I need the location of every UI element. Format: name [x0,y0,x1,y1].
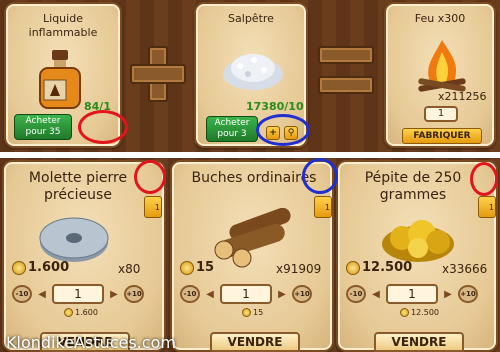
quantity-stepper: -10 ◀ 1 ▶ +10 [12,284,144,304]
coin-icon [64,308,73,317]
quantity-input[interactable]: 1 [220,284,272,304]
equals-sign-top [318,46,374,64]
coin-icon [180,260,194,275]
result-stock: x211256 [438,90,487,103]
red-highlight-circle [470,162,498,196]
ingredient-title: Salpêtre [228,12,274,25]
plus-10-button[interactable]: +10 [458,285,478,303]
unit-price-value: 12.500 [411,308,439,317]
gold-nugget-icon [378,216,458,264]
quantity-stepper: -10 ◀ 1 ▶ +10 [180,284,312,304]
minus-10-button[interactable]: -10 [346,285,366,303]
unit-price: 15 [242,308,263,317]
equals-sign-bottom [318,76,374,94]
coin-icon [400,308,409,317]
item-count-badge[interactable]: 1 [314,196,332,218]
red-highlight-circle [78,110,128,144]
item-count-badge[interactable]: 1 [478,196,496,218]
unit-price-value: 15 [253,308,264,317]
item-stock: x33666 [442,262,488,276]
item-name: Molette pierre précieuse [28,170,128,203]
ingredient-quantity: 17380/10 [246,100,304,113]
increase-arrow-icon[interactable]: ▶ [442,285,454,303]
logs-icon [208,207,298,268]
section-divider [0,152,500,158]
decrease-arrow-icon[interactable]: ◀ [204,285,216,303]
ingredient-title: Liquide inflammable [28,12,98,39]
result-title: Feu x300 [414,12,466,25]
plus-10-button[interactable]: +10 [124,285,144,303]
coin-icon [12,260,26,275]
minus-10-button[interactable]: -10 [12,285,32,303]
flammable-liquid-bottle-icon [36,50,84,110]
blue-highlight-circle [302,158,338,194]
buy-liquid-button[interactable]: Acheter pour 35 [14,114,72,140]
item-stock: x91909 [276,262,322,276]
craft-button[interactable]: FABRIQUER [402,128,482,144]
game-window: Liquide inflammable 84/1 Acheter pour 35… [0,0,500,352]
quantity-input[interactable]: 1 [386,284,438,304]
item-price: 12.500 [346,260,412,275]
item-price: 1.600 [12,260,69,275]
buy-salpetre-button[interactable]: Acheter pour 3 [206,116,258,142]
price-value: 15 [196,260,215,275]
unit-price: 12.500 [400,308,439,317]
blue-highlight-circle [256,114,310,146]
decrease-arrow-icon[interactable]: ◀ [370,285,382,303]
plus-10-button[interactable]: +10 [292,285,312,303]
minus-10-button[interactable]: -10 [180,285,200,303]
item-price: 15 [180,260,214,275]
buy-button-label: Acheter pour 35 [25,116,61,137]
site-watermark: KlondikeAstuces.com [6,333,176,352]
item-count-badge[interactable]: 1 [144,196,162,218]
increase-arrow-icon[interactable]: ▶ [108,285,120,303]
quantity-stepper: -10 ◀ 1 ▶ +10 [346,284,478,304]
sell-button[interactable]: VENDRE [374,332,464,352]
result-quantity-field[interactable]: 1 [424,106,458,122]
item-name: Pépite de 250 grammes [364,170,462,203]
grinding-wheel-icon [34,212,114,266]
campfire-icon [412,38,472,94]
coin-icon [242,308,251,317]
unit-price: 1.600 [64,308,98,317]
saltpeter-pile-icon [220,44,286,92]
item-stock: x80 [118,262,141,276]
sell-button[interactable]: VENDRE [210,332,300,352]
unit-price-value: 1.600 [75,308,98,317]
price-value: 12.500 [362,260,413,275]
decrease-arrow-icon[interactable]: ◀ [36,285,48,303]
increase-arrow-icon[interactable]: ▶ [276,285,288,303]
price-value: 1.600 [28,260,70,275]
buy-button-label: Acheter pour 3 [214,118,250,139]
coin-icon [346,260,360,275]
result-card-feu: Feu x300 x211256 1 FABRIQUER [384,2,496,148]
plus-sign-horizontal [130,64,186,84]
red-highlight-circle [134,160,166,194]
quantity-input[interactable]: 1 [52,284,104,304]
